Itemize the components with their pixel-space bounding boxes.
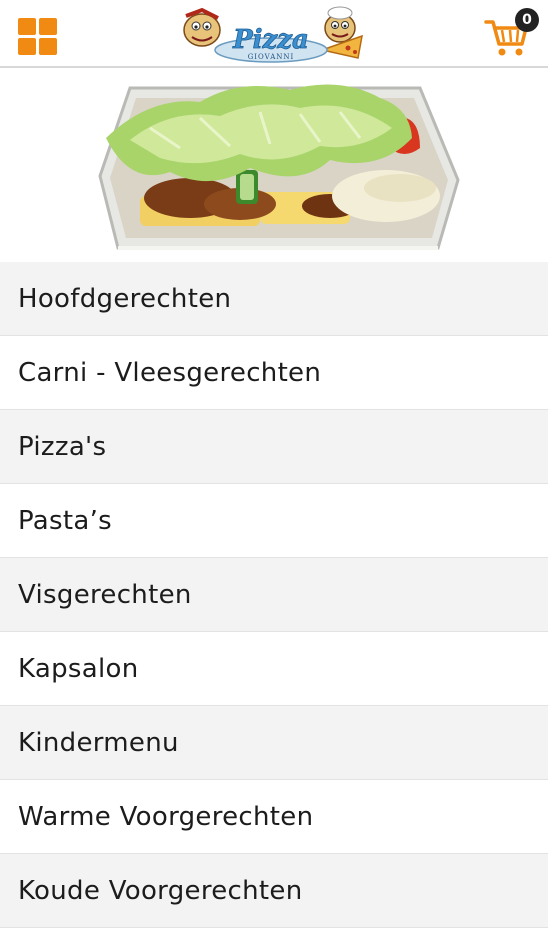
category-item-carni-vleesgerechten[interactable]: Carni - Vleesgerechten	[0, 336, 548, 410]
logo-sub-text: GIOVANNI	[248, 53, 295, 61]
category-item-kindermenu[interactable]: Kindermenu	[0, 706, 548, 780]
grid-menu-icon[interactable]	[18, 18, 58, 56]
category-item-koude-voorgerechten[interactable]: Koude Voorgerechten	[0, 854, 548, 928]
category-list: Hoofdgerechten Carni - Vleesgerechten Pi…	[0, 262, 548, 928]
logo-brand-text: Pizza	[232, 25, 309, 55]
category-item-pastas[interactable]: Pasta’s	[0, 484, 548, 558]
cart-count-badge: 0	[515, 8, 539, 32]
category-item-warme-voorgerechten[interactable]: Warme Voorgerechten	[0, 780, 548, 854]
category-item-kapsalon[interactable]: Kapsalon	[0, 632, 548, 706]
hero-food-image	[0, 68, 548, 262]
category-item-visgerechten[interactable]: Visgerechten	[0, 558, 548, 632]
app-header: Pizza GIOVANNI 0	[0, 0, 548, 68]
category-item-hoofdgerechten[interactable]: Hoofdgerechten	[0, 262, 548, 336]
pizza-giovanni-logo[interactable]: Pizza GIOVANNI	[172, 6, 370, 64]
category-item-pizzas[interactable]: Pizza's	[0, 410, 548, 484]
